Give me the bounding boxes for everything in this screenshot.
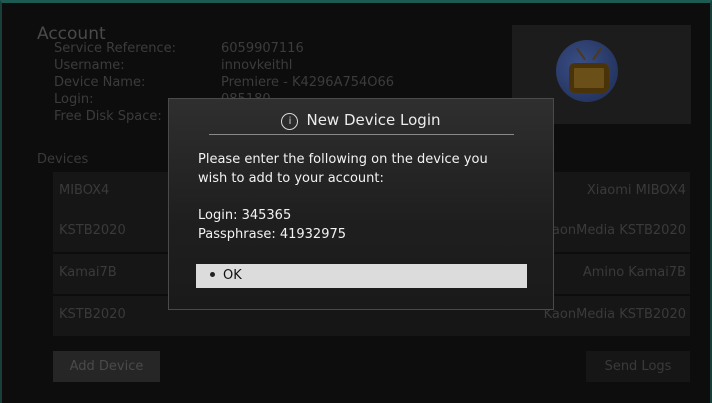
send-logs-button[interactable]: Send Logs bbox=[586, 351, 690, 382]
login-code: Login: 345365 bbox=[198, 208, 292, 223]
dialog-divider bbox=[209, 134, 514, 135]
focus-bullet-icon bbox=[210, 272, 215, 277]
username-value: innovkeithl bbox=[221, 58, 293, 73]
devices-label: Devices bbox=[37, 152, 89, 167]
dialog-title: New Device Login bbox=[306, 111, 441, 129]
dialog-title-bar: i New Device Login bbox=[169, 111, 553, 130]
device-name-value: Premiere - K4296A754O66 bbox=[221, 75, 395, 90]
info-icon: i bbox=[281, 113, 299, 130]
username-label: Username: bbox=[54, 58, 125, 73]
passphrase: Passphrase: 41932975 bbox=[198, 227, 347, 242]
dialog-instructions-line1: Please enter the following on the device… bbox=[198, 152, 488, 167]
tv-screen-icon bbox=[569, 63, 609, 93]
device-name: Kamai7B bbox=[59, 265, 117, 280]
device-model: KaonMedia KSTB2020 bbox=[543, 307, 686, 322]
new-device-login-dialog: i New Device Login Please enter the follo… bbox=[168, 98, 554, 310]
dialog-instructions-line2: wish to add to your account: bbox=[198, 171, 384, 186]
ok-label: OK bbox=[223, 268, 242, 283]
device-model: Xiaomi MIBOX4 bbox=[586, 183, 686, 198]
device-name: KSTB2020 bbox=[59, 223, 126, 238]
service-reference-label: Service Reference: bbox=[54, 41, 177, 56]
free-disk-space-label: Free Disk Space: bbox=[54, 109, 162, 124]
device-name-label: Device Name: bbox=[54, 75, 146, 90]
add-device-button[interactable]: Add Device bbox=[53, 351, 160, 382]
device-model: KaonMedia KSTB2020 bbox=[543, 223, 686, 238]
device-name: MIBOX4 bbox=[59, 183, 110, 198]
device-model: Amino Kamai7B bbox=[582, 265, 686, 280]
ok-button[interactable]: OK bbox=[196, 264, 527, 288]
service-reference-value: 6059907116 bbox=[221, 41, 304, 56]
device-name: KSTB2020 bbox=[59, 307, 126, 322]
login-label: Login: bbox=[54, 92, 94, 107]
